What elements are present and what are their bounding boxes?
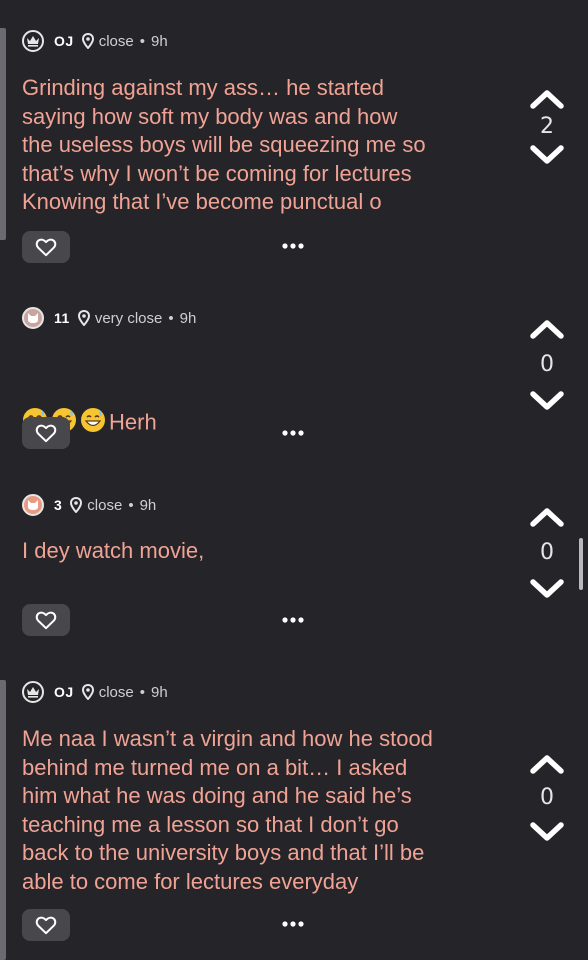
post-text: Me naa I wasn’t a virgin and how he stoo… [22, 726, 433, 894]
post-meta: OJ close • 9h [22, 28, 168, 54]
scrollbar[interactable] [579, 538, 583, 590]
timestamp: 9h [179, 309, 197, 327]
chevron-down-icon [530, 145, 564, 164]
upvote-button[interactable] [528, 316, 566, 342]
more-dots-icon [282, 921, 304, 927]
more-dots-icon [282, 430, 304, 436]
post-text: I dey watch movie, [22, 538, 205, 563]
like-button[interactable] [22, 604, 70, 636]
heart-outline-icon [35, 237, 57, 257]
post-meta: 3 close • 9h [22, 492, 156, 518]
grinning-sweat-emoji [22, 379, 48, 432]
downvote-button[interactable] [528, 576, 566, 602]
post-text: Herh [22, 350, 502, 437]
vote-control: 2 [526, 86, 568, 168]
distance-label: close [87, 496, 123, 514]
vote-count: 0 [540, 540, 554, 565]
meta-separator: • [139, 683, 145, 701]
more-options-button[interactable] [280, 423, 306, 443]
upvote-button[interactable] [528, 504, 566, 530]
vote-count: 2 [540, 114, 554, 139]
more-dots-icon [282, 617, 304, 623]
vote-count: 0 [540, 352, 554, 377]
like-button[interactable] [22, 417, 70, 449]
timestamp: 9h [139, 496, 157, 514]
grinning-sweat-emoji [51, 379, 77, 432]
heart-outline-icon [35, 423, 57, 443]
location-pin-icon [70, 497, 83, 513]
author-name: OJ [54, 684, 74, 700]
meta-separator: • [168, 309, 174, 327]
like-button[interactable] [22, 231, 70, 263]
location-pin-icon [81, 33, 94, 49]
chevron-up-icon [530, 320, 564, 339]
more-options-button[interactable] [280, 914, 306, 934]
author-name: 3 [54, 497, 63, 513]
distance-label: close [98, 683, 134, 701]
chevron-up-icon [530, 508, 564, 527]
grinning-sweat-emoji [80, 379, 106, 432]
crown-icon [22, 30, 44, 52]
post-text: Grinding against my ass… he started sayi… [22, 75, 426, 214]
post-meta: OJ close • 9h [22, 679, 168, 705]
cat-avatar-icon [22, 307, 44, 329]
downvote-button[interactable] [528, 819, 566, 845]
crown-icon [22, 681, 44, 703]
upvote-button[interactable] [528, 86, 566, 112]
distance-label: close [98, 32, 134, 50]
timestamp: 9h [150, 32, 168, 50]
heart-outline-icon [35, 915, 57, 935]
author-name: 11 [54, 310, 70, 326]
vote-control: 0 [526, 751, 568, 845]
more-dots-icon [282, 243, 304, 249]
chevron-down-icon [530, 391, 564, 410]
op-indicator-bar [0, 680, 6, 960]
location-pin-icon [77, 310, 90, 326]
chevron-up-icon [530, 755, 564, 774]
author-name: OJ [54, 33, 74, 49]
vote-count: 0 [540, 785, 554, 810]
meta-separator: • [139, 32, 145, 50]
downvote-button[interactable] [528, 388, 566, 414]
meta-separator: • [128, 496, 134, 514]
chevron-down-icon [530, 579, 564, 598]
more-options-button[interactable] [280, 610, 306, 630]
timestamp: 9h [150, 683, 168, 701]
op-indicator-bar [0, 28, 6, 240]
like-button[interactable] [22, 909, 70, 941]
more-options-button[interactable] [280, 236, 306, 256]
location-pin-icon [81, 684, 94, 700]
vote-control: 0 [526, 504, 568, 602]
heart-outline-icon [35, 610, 57, 630]
chevron-up-icon [530, 90, 564, 109]
chevron-down-icon [530, 822, 564, 841]
downvote-button[interactable] [528, 142, 566, 168]
post-text-content: Herh [109, 409, 157, 434]
post-meta: 11 very close • 9h [22, 305, 196, 331]
vote-control: 0 [526, 316, 568, 414]
distance-label: very close [94, 309, 163, 327]
cat-avatar-icon [22, 494, 44, 516]
upvote-button[interactable] [528, 751, 566, 777]
